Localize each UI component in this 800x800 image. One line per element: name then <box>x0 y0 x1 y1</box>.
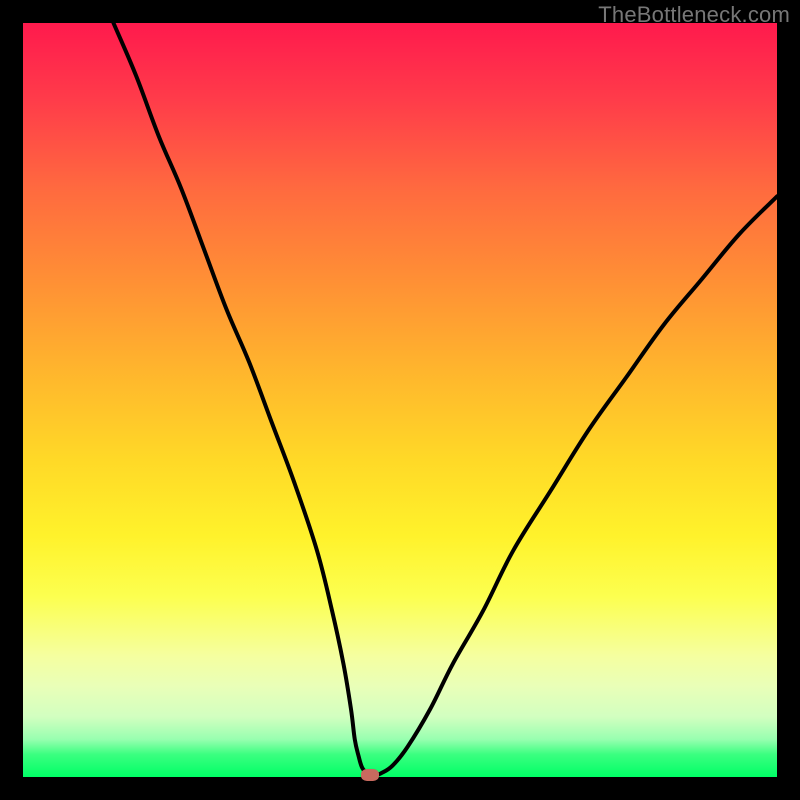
bottleneck-curve <box>23 23 777 777</box>
chart-frame: TheBottleneck.com <box>0 0 800 800</box>
optimal-point-marker <box>361 769 379 781</box>
plot-area <box>23 23 777 777</box>
